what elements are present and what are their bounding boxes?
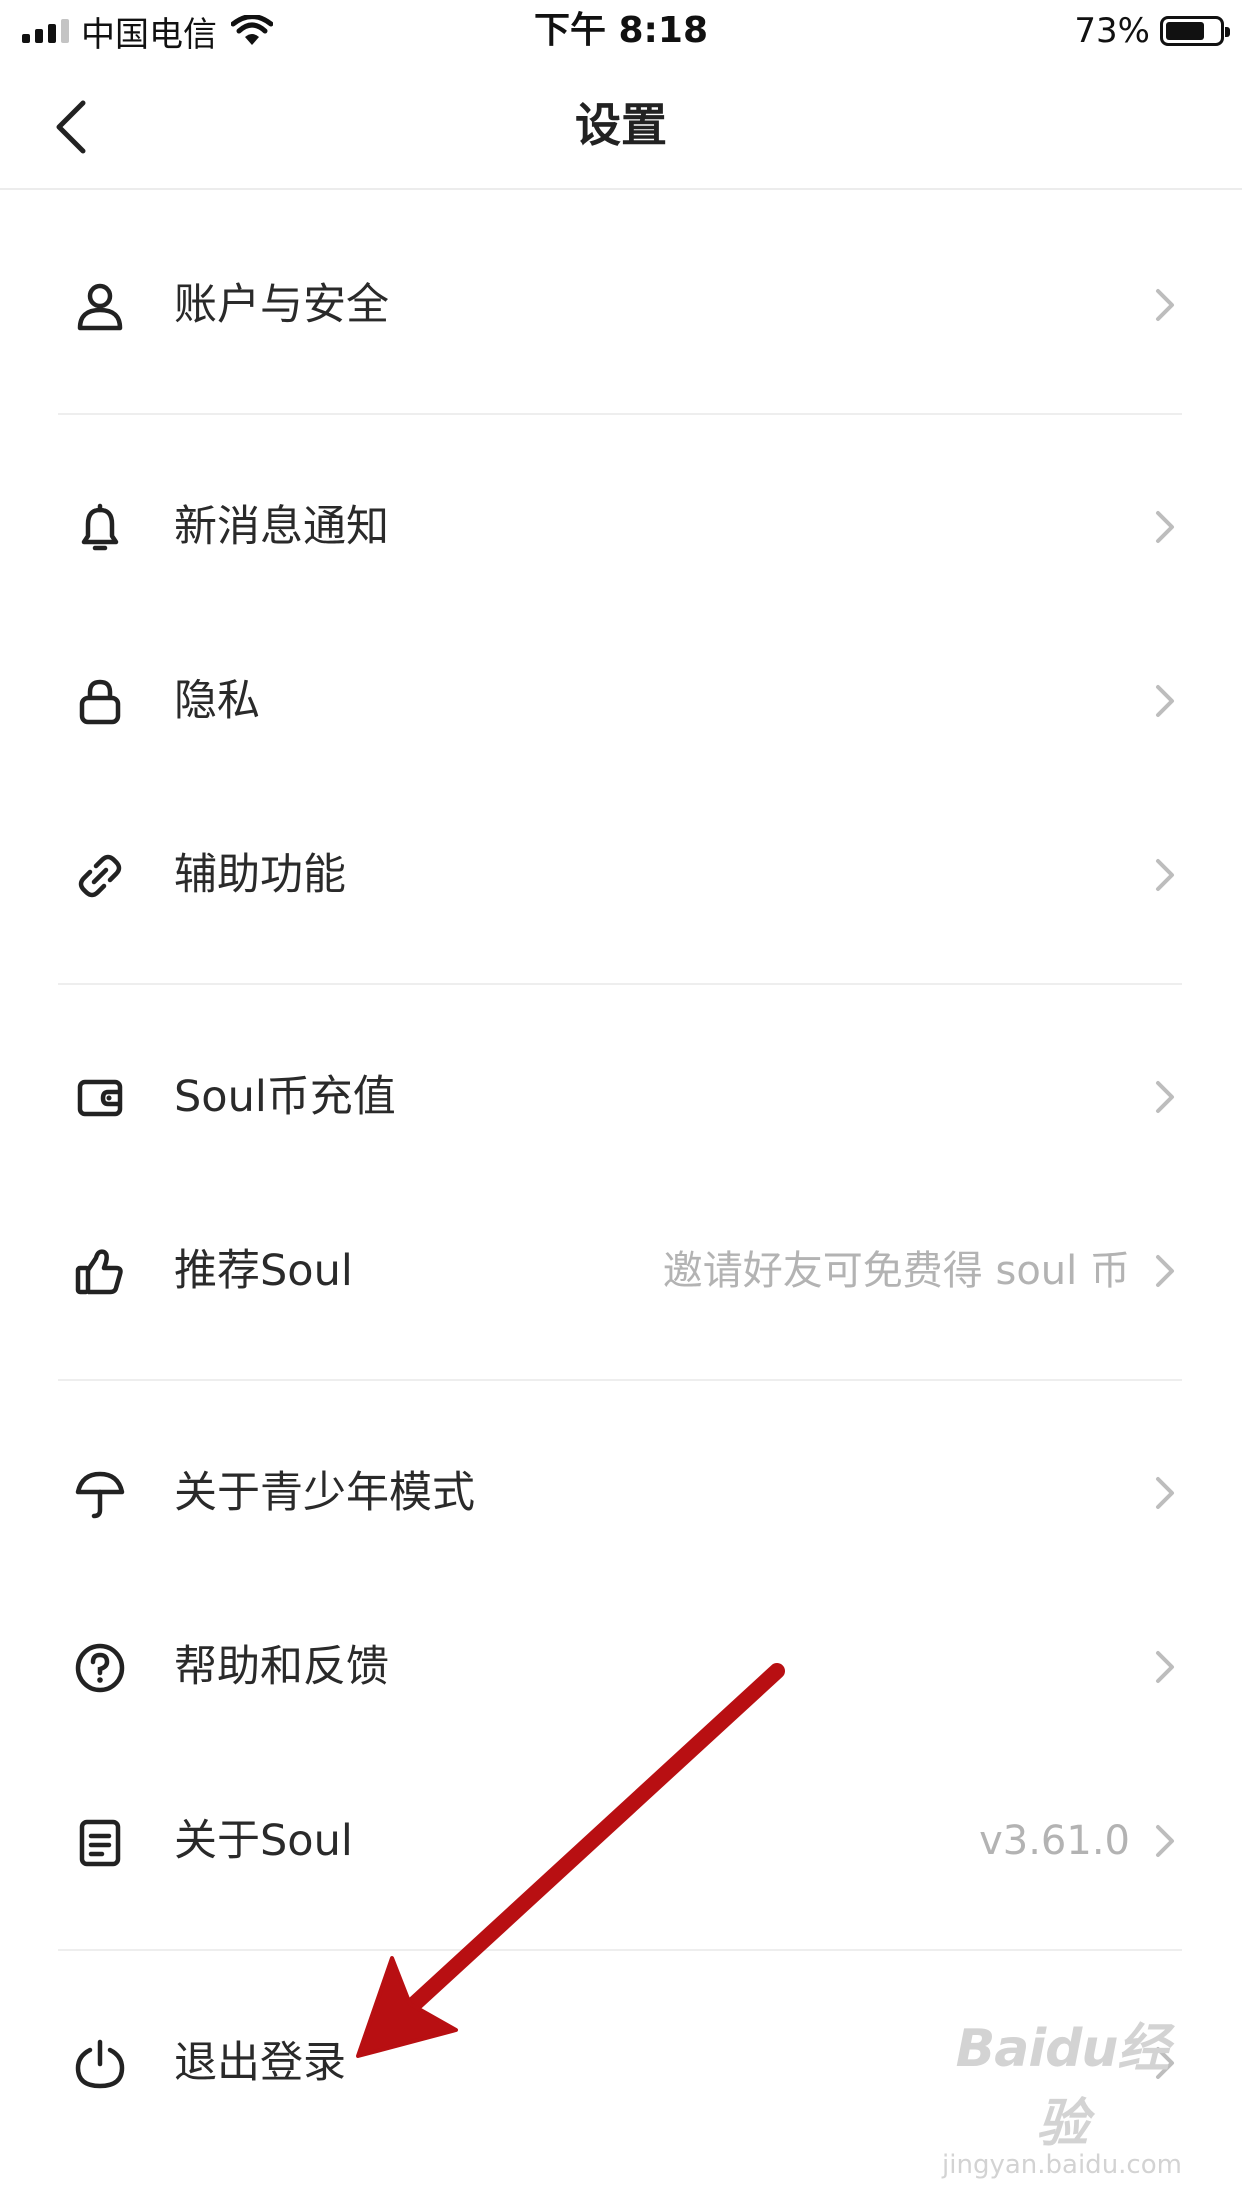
watermark: Baidu经验 jingyan.baidu.com <box>942 2006 1182 2180</box>
settings-item-help-feedback[interactable]: 帮助和反馈 <box>0 1597 1242 1737</box>
power-icon <box>72 2036 128 2092</box>
chevron-right-icon <box>1156 511 1174 543</box>
section-divider <box>58 413 1182 415</box>
settings-item-label: 关于青少年模式 <box>174 1468 475 1518</box>
status-bar: 中国电信 下午 8:18 73% <box>0 0 1242 62</box>
chevron-right-icon <box>1156 1477 1174 1509</box>
settings-item-label: Soul币充值 <box>174 1072 396 1122</box>
section-divider <box>58 983 1182 985</box>
settings-item-accessibility[interactable]: 辅助功能 <box>0 805 1242 945</box>
umbrella-icon <box>72 1466 128 1522</box>
chevron-right-icon <box>1156 685 1174 717</box>
lock-icon <box>72 674 128 730</box>
wallet-icon <box>72 1070 128 1126</box>
settings-item-label: 退出登录 <box>174 2038 346 2088</box>
link-icon <box>72 848 128 904</box>
settings-item-about[interactable]: 关于Soul v3.61.0 <box>0 1771 1242 1911</box>
bell-icon <box>72 500 128 556</box>
settings-item-label: 隐私 <box>174 676 260 726</box>
settings-item-value: v3.61.0 <box>979 1818 1130 1864</box>
chevron-right-icon <box>1156 1081 1174 1113</box>
document-icon <box>72 1814 128 1870</box>
chevron-right-icon <box>1156 1651 1174 1683</box>
settings-item-label: 推荐Soul <box>174 1246 353 1296</box>
settings-item-notifications[interactable]: 新消息通知 <box>0 457 1242 597</box>
chevron-right-icon <box>1156 1825 1174 1857</box>
settings-item-value: 邀请好友可免费得 soul 币 <box>662 1248 1130 1294</box>
section-divider <box>58 1949 1182 1951</box>
help-circle-icon <box>72 1640 128 1696</box>
settings-item-label: 新消息通知 <box>174 502 389 552</box>
settings-item-privacy[interactable]: 隐私 <box>0 631 1242 771</box>
thumbs-up-icon <box>72 1244 128 1300</box>
watermark-url: jingyan.baidu.com <box>942 2150 1182 2180</box>
settings-item-label: 账户与安全 <box>174 280 389 330</box>
watermark-logo: Baidu经验 <box>955 2019 1170 2154</box>
settings-item-teen-mode[interactable]: 关于青少年模式 <box>0 1423 1242 1563</box>
settings-item-label: 辅助功能 <box>174 850 346 900</box>
battery-icon <box>1160 16 1230 46</box>
status-time: 下午 8:18 <box>533 10 709 51</box>
chevron-right-icon <box>1156 859 1174 891</box>
settings-item-recharge[interactable]: Soul币充值 <box>0 1027 1242 1167</box>
status-right: 73% <box>1074 8 1230 54</box>
page-title: 设置 <box>575 98 667 152</box>
settings-item-label: 帮助和反馈 <box>174 1642 389 1692</box>
settings-item-recommend[interactable]: 推荐Soul 邀请好友可免费得 soul 币 <box>0 1201 1242 1341</box>
chevron-right-icon <box>1156 1255 1174 1287</box>
section-divider <box>58 1379 1182 1381</box>
settings-item-account-security[interactable]: 账户与安全 <box>0 235 1242 375</box>
navigation-bar: 设置 <box>0 62 1242 190</box>
user-icon <box>72 278 128 334</box>
chevron-right-icon <box>1156 289 1174 321</box>
battery-percentage: 73% <box>1074 11 1150 51</box>
settings-item-label: 关于Soul <box>174 1816 353 1866</box>
battery-level <box>1166 22 1204 40</box>
